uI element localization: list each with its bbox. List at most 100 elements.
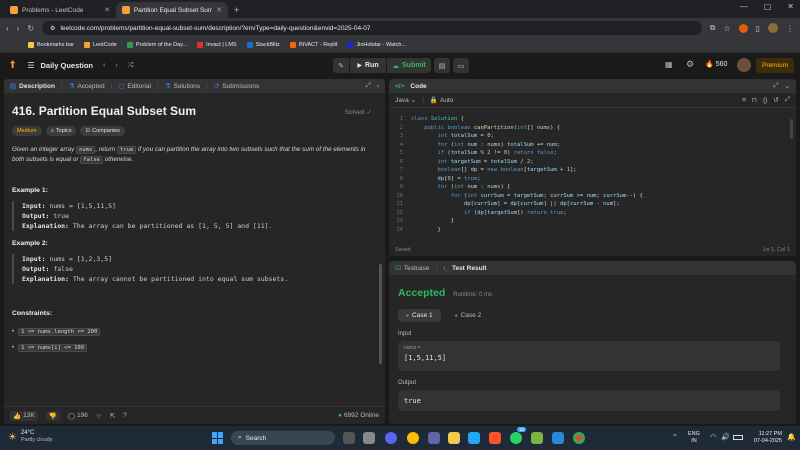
browser-tab-problems[interactable]: Problems - LeetCode ✕: [4, 2, 116, 18]
code-line[interactable]: 3 int totalSum = 0;: [389, 132, 796, 141]
store-icon[interactable]: [531, 432, 543, 444]
bookmark-potd[interactable]: Problem of the Day...: [126, 42, 187, 48]
maximize-panel-icon[interactable]: ⤢: [366, 82, 371, 90]
volume-icon[interactable]: 🔊: [721, 433, 730, 441]
extension-icon[interactable]: [738, 23, 748, 33]
file-explorer-icon[interactable]: [448, 432, 460, 444]
close-window-icon[interactable]: ✕: [787, 2, 794, 11]
dislike-button[interactable]: 👎: [45, 410, 60, 421]
language-select[interactable]: Java ⌄: [395, 96, 416, 105]
case-2-tab[interactable]: ● Case 2: [447, 309, 490, 322]
problem-title[interactable]: 416. Partition Equal Subset Sum: [12, 104, 372, 118]
share-icon[interactable]: ⇱: [110, 412, 115, 420]
notification-bell-icon[interactable]: 🔔: [787, 433, 796, 441]
daily-question-link[interactable]: Daily Question: [40, 61, 93, 70]
photos-icon[interactable]: [552, 432, 564, 444]
code-line[interactable]: 13 }: [389, 217, 796, 226]
clock[interactable]: 11:27 PM 07-04-2025: [750, 431, 782, 445]
forward-icon[interactable]: ›: [17, 24, 20, 33]
tab-submissions[interactable]: ↺ Submissions: [214, 82, 259, 91]
bookmark-icon[interactable]: ⊓: [752, 96, 757, 104]
browser-tab-partition[interactable]: Partition Equal Subset Sum - L ✕: [116, 2, 228, 18]
expand-icon[interactable]: ⤢: [785, 96, 790, 104]
new-tab-button[interactable]: +: [228, 2, 245, 18]
next-problem-icon[interactable]: ›: [115, 62, 117, 69]
tab-solutions[interactable]: ⚗ Solutions: [165, 82, 201, 91]
collapse-icon[interactable]: ⌄: [785, 82, 790, 90]
discord-icon[interactable]: [385, 432, 397, 444]
battery-icon[interactable]: [733, 435, 743, 440]
like-button[interactable]: 👍 13K: [10, 410, 38, 421]
menu-icon[interactable]: ⋮: [786, 24, 794, 33]
tab-test-result[interactable]: ›_ Test Result: [443, 265, 486, 272]
premium-button[interactable]: Premium: [756, 58, 794, 73]
close-tab-icon[interactable]: ✕: [216, 6, 222, 14]
brackets-icon[interactable]: {}: [763, 97, 767, 104]
notes-button[interactable]: ▤: [434, 58, 450, 73]
favorite-star-icon[interactable]: ☆: [96, 412, 102, 420]
maximize-icon[interactable]: ▢: [764, 2, 772, 11]
tab-editorial[interactable]: ▢ Editorial: [118, 82, 151, 91]
code-line[interactable]: 8 dp[0] = true;: [389, 175, 796, 184]
tray-expand-icon[interactable]: ⌃: [672, 433, 678, 441]
code-line[interactable]: 1 class Solution {: [389, 115, 796, 124]
code-line[interactable]: 10 for (int currSum = targetSum; currSum…: [389, 192, 796, 201]
reload-icon[interactable]: ↻: [27, 24, 34, 33]
windows-start-icon[interactable]: [212, 432, 224, 444]
chrome-canary-icon[interactable]: [407, 432, 419, 444]
format-icon[interactable]: ≡: [742, 97, 746, 104]
task-view-icon[interactable]: [343, 432, 355, 444]
comments-button[interactable]: ◯ 196: [68, 412, 88, 420]
layout-grid-icon[interactable]: ▦: [665, 60, 673, 69]
weather-widget[interactable]: ☀ 24°C Partly cloudy: [8, 430, 52, 444]
whiteboard-button[interactable]: ▭: [453, 58, 469, 73]
teams-icon[interactable]: [428, 432, 440, 444]
code-line[interactable]: 11 dp[currSum] = dp[currSum] || dp[currS…: [389, 200, 796, 209]
whatsapp-icon[interactable]: [510, 432, 522, 444]
wifi-icon[interactable]: ◠: [710, 433, 716, 441]
streak-counter[interactable]: 🔥 560: [705, 60, 727, 69]
prev-problem-icon[interactable]: ‹: [103, 62, 105, 69]
close-tab-icon[interactable]: ✕: [104, 6, 110, 14]
avatar[interactable]: [737, 58, 751, 72]
autocomplete-mode[interactable]: 🔒 Auto: [430, 96, 453, 105]
brave-icon[interactable]: [489, 432, 501, 444]
bookmark-invact[interactable]: Invact | LMS: [197, 42, 237, 48]
topics-chip[interactable]: ⌂ Topics: [45, 126, 77, 136]
bookmark-replit[interactable]: INVACT - Replit: [289, 42, 337, 48]
code-editor[interactable]: 1 class Solution {2 public boolean canPar…: [389, 112, 796, 237]
code-line[interactable]: 14 }: [389, 226, 796, 235]
code-line[interactable]: 5 if (totalSum % 2 != 0) return false;: [389, 149, 796, 158]
widgets-icon[interactable]: [363, 432, 375, 444]
problem-list-icon[interactable]: ☰: [27, 61, 34, 70]
help-icon[interactable]: ?: [123, 412, 127, 419]
back-icon[interactable]: ‹: [6, 24, 9, 33]
bookmark-folder[interactable]: Bookmarks bar: [28, 42, 74, 48]
run-button[interactable]: ▶ Run: [350, 58, 386, 73]
collapse-panel-icon[interactable]: ‹: [377, 83, 379, 90]
site-info-icon[interactable]: ⚙: [50, 25, 55, 32]
profile-icon[interactable]: [768, 23, 778, 33]
case-1-tab[interactable]: ● Case 1: [398, 309, 441, 322]
shuffle-icon[interactable]: ⤮: [128, 62, 134, 70]
code-line[interactable]: 6 int targetSum = totalSum / 2;: [389, 158, 796, 167]
settings-gear-icon[interactable]: ⚙: [686, 59, 694, 70]
companies-chip[interactable]: ⊡ Companies: [80, 126, 125, 136]
language-indicator[interactable]: ENG IN: [688, 431, 700, 445]
description-scrollbar[interactable]: [379, 264, 382, 364]
bookmark-hotstar[interactable]: JioHotstar - Watch...: [347, 42, 406, 48]
tab-testcase[interactable]: ☑ Testcase: [395, 264, 429, 273]
bookmark-leetcode[interactable]: LeetCode: [84, 42, 117, 48]
code-line[interactable]: 7 boolean[] dp = new boolean[targetSum +…: [389, 166, 796, 175]
sidebar-icon[interactable]: ▯: [756, 24, 760, 33]
chrome-icon[interactable]: [573, 432, 585, 444]
tab-accepted[interactable]: ⚗ Accepted: [69, 82, 105, 91]
code-line[interactable]: 2 public boolean canPartition(int[] nums…: [389, 124, 796, 133]
vscode-icon[interactable]: [468, 432, 480, 444]
taskbar-search[interactable]: ⌕ Search: [231, 431, 335, 445]
debug-button[interactable]: ✎: [333, 58, 349, 73]
url-bar[interactable]: ⚙ leetcode.com/problems/partition-equal-…: [42, 21, 702, 35]
tab-description[interactable]: ▤ Description: [10, 82, 55, 91]
reset-icon[interactable]: ↺: [773, 96, 778, 104]
bookmark-star-icon[interactable]: ☆: [723, 24, 730, 33]
